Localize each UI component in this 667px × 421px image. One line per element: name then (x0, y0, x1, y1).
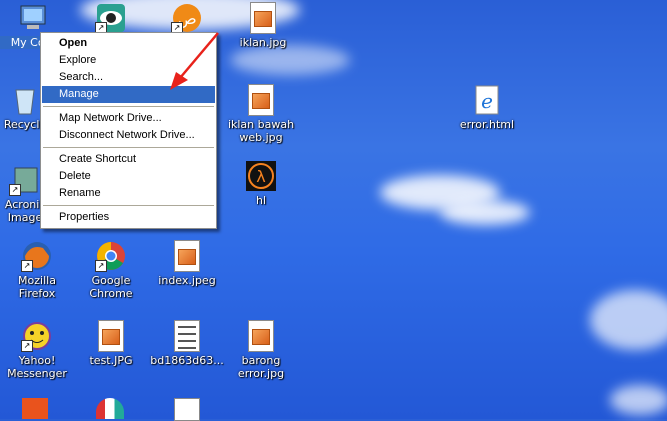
desktop-icon-yahoo-messenger[interactable]: ↗ Yahoo! Messenger (0, 320, 74, 380)
menu-item-manage[interactable]: Manage (42, 86, 215, 103)
desktop-icon-iklan-jpg[interactable]: iklan.jpg (226, 2, 300, 49)
document-file-icon (174, 320, 200, 352)
svg-text:λ: λ (256, 167, 265, 186)
half-life-icon: λ (245, 160, 277, 192)
desktop-icon-iklan-bawah[interactable]: iklan bawah web.jpg (224, 84, 298, 144)
chrome-icon: ↗ (95, 240, 127, 272)
shortcut-arrow-icon: ↗ (9, 184, 21, 196)
desktop-icon-eye-app[interactable]: ↗ (74, 2, 148, 36)
context-menu: Open Explore Search... Manage Map Networ… (40, 32, 217, 229)
desktop-icon-label: Yahoo! Messenger (7, 354, 67, 380)
partial-app-icon[interactable] (22, 398, 48, 419)
partial-app-icon[interactable] (96, 398, 124, 419)
cloud (440, 200, 530, 225)
menu-item-properties[interactable]: Properties (42, 209, 215, 226)
menu-separator (43, 205, 214, 206)
menu-separator (43, 147, 214, 148)
menu-item-map-network-drive[interactable]: Map Network Drive... (42, 110, 215, 127)
ie-html-icon: e (471, 84, 503, 116)
desktop-icon-label: index.jpeg (158, 274, 216, 287)
cloud (610, 385, 667, 415)
firefox-icon: ↗ (21, 240, 53, 272)
desktop-icon-bd1863[interactable]: bd1863d63... (150, 320, 224, 367)
desktop-icon-test-jpg[interactable]: test.JPG (74, 320, 148, 367)
svg-text:e: e (481, 89, 493, 113)
shortcut-arrow-icon: ↗ (95, 260, 107, 272)
computer-icon (17, 2, 49, 34)
shortcut-arrow-icon: ↗ (21, 340, 33, 352)
desktop-icon-firefox[interactable]: ↗ Mozilla Firefox (0, 240, 74, 300)
jpg-file-icon (174, 240, 200, 272)
desktop-icon-error-html[interactable]: e error.html (450, 84, 524, 131)
recycle-bin-icon (9, 84, 41, 116)
shortcut-arrow-icon: ↗ (21, 260, 33, 272)
desktop-icon-hl[interactable]: λ hl (224, 160, 298, 207)
desktop-icon-chrome[interactable]: ↗ Google Chrome (74, 240, 148, 300)
desktop-icon-barong-error[interactable]: barong error.jpg (224, 320, 298, 380)
menu-item-open[interactable]: Open (42, 35, 215, 52)
menu-item-search[interactable]: Search... (42, 69, 215, 86)
arabic-app-icon: ص ↗ (171, 2, 203, 34)
desktop-icon-label: iklan.jpg (239, 36, 287, 49)
desktop-icon-label: Mozilla Firefox (18, 274, 56, 300)
jpg-file-icon (248, 320, 274, 352)
jpg-file-icon (98, 320, 124, 352)
desktop-icon-label: bd1863d63... (150, 354, 224, 367)
desktop-icon-label: iklan bawah web.jpg (227, 118, 295, 144)
jpg-file-icon (248, 84, 274, 116)
jpg-file-icon (250, 2, 276, 34)
desktop-icon-index-jpeg[interactable]: index.jpeg (150, 240, 224, 287)
desktop-icon-label: test.JPG (89, 354, 133, 367)
partial-file-icon[interactable] (174, 398, 200, 421)
menu-item-delete[interactable]: Delete (42, 168, 215, 185)
cloud (230, 45, 350, 75)
desktop-icon-label: error.html (459, 118, 515, 131)
desktop-icon-label: Google Chrome (89, 274, 133, 300)
menu-item-create-shortcut[interactable]: Create Shortcut (42, 151, 215, 168)
yahoo-messenger-icon: ↗ (21, 320, 53, 352)
menu-item-rename[interactable]: Rename (42, 185, 215, 202)
eye-app-icon: ↗ (95, 2, 127, 34)
menu-separator (43, 106, 214, 107)
desktop-icon-label: barong error.jpg (237, 354, 285, 380)
cloud (590, 290, 667, 350)
menu-item-explore[interactable]: Explore (42, 52, 215, 69)
desktop-icon-arabic-app[interactable]: ص ↗ (150, 2, 224, 36)
desktop-icon-label: hl (255, 194, 267, 207)
menu-item-disconnect-network-drive[interactable]: Disconnect Network Drive... (42, 127, 215, 144)
acronis-icon: ↗ (9, 164, 41, 196)
